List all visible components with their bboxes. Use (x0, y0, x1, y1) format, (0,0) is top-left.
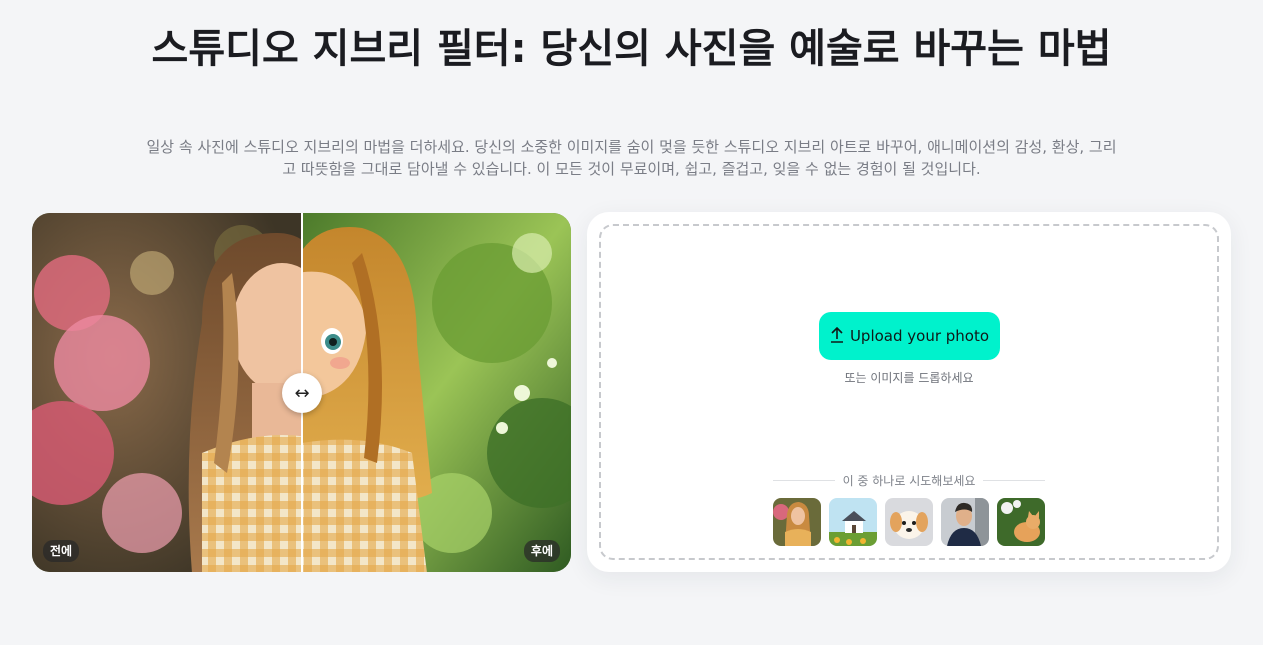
samples-label: 이 중 하나로 시도해보세요 (842, 474, 976, 488)
sample-images-list (773, 498, 1049, 546)
upload-card: Upload your photo 또는 이미지를 드롭하세요 이 중 하나로 … (587, 212, 1231, 572)
divider-line (773, 480, 835, 481)
drop-hint-text: 또는 이미지를 드롭하세요 (844, 371, 974, 385)
image-dropzone[interactable]: Upload your photo 또는 이미지를 드롭하세요 이 중 하나로 … (599, 224, 1219, 560)
before-badge: 전에 (43, 540, 80, 562)
after-badge: 후에 (523, 540, 560, 562)
upload-photo-button[interactable]: Upload your photo (819, 312, 1000, 360)
page-title: 스튜디오 지브리 필터: 당신의 사진을 예술로 바꾸는 마법 (151, 26, 1112, 72)
sample-house-thumbnail[interactable] (829, 498, 877, 546)
sample-man-thumbnail[interactable] (941, 498, 989, 546)
comparison-slider-handle[interactable]: ↔ (282, 373, 322, 413)
hero-section: 스튜디오 지브리 필터: 당신의 사진을 예술로 바꾸는 마법 일상 속 사진에… (0, 0, 1263, 645)
page-subtitle: 일상 속 사진에 스튜디오 지브리의 마법을 더하세요. 당신의 소중한 이미지… (146, 138, 1117, 178)
sample-cat-thumbnail[interactable] (997, 498, 1045, 546)
divider-line (983, 480, 1046, 481)
before-after-comparison[interactable]: ↔ 전에 후에 (32, 213, 571, 572)
samples-heading: 이 중 하나로 시도해보세요 (773, 472, 1046, 489)
left-right-arrow-icon: ↔ (294, 382, 310, 404)
upload-arrow-icon (830, 326, 844, 346)
sample-puppy-thumbnail[interactable] (885, 498, 933, 546)
upload-photo-label: Upload your photo (849, 327, 990, 345)
sample-girl-thumbnail[interactable] (773, 498, 821, 546)
